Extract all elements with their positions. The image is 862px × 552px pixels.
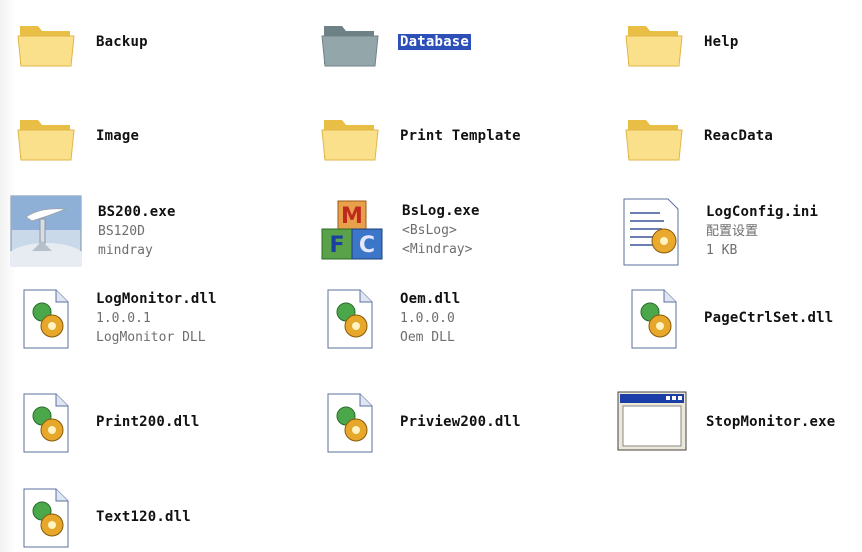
folder-icon	[318, 10, 382, 74]
file-item-bs200-exe[interactable]: BS200.exe BS120D mindray	[10, 195, 176, 267]
config-file-icon	[618, 195, 688, 267]
file-item-bslog-exe[interactable]: M F C BsLog.exe <BsLog> <Mindray>	[318, 195, 480, 265]
file-version: 1.0.0.1	[96, 310, 151, 326]
file-description: Oem DLL	[400, 329, 455, 345]
file-company: <Mindray>	[402, 241, 473, 257]
file-item-print200-dll[interactable]: Print200.dll	[14, 390, 200, 454]
dll-file-icon	[14, 286, 78, 350]
folder-icon	[14, 104, 78, 168]
dll-file-icon	[14, 485, 78, 549]
file-item-priview200-dll[interactable]: Priview200.dll	[318, 390, 521, 454]
application-icon	[10, 195, 82, 267]
file-item-logmonitor-dll[interactable]: LogMonitor.dll 1.0.0.1 LogMonitor DLL	[14, 286, 217, 350]
file-item-logconfig-ini[interactable]: LogConfig.ini 配置设置 1 KB	[618, 195, 818, 267]
file-description: BS120D	[98, 223, 145, 239]
file-name: Print200.dll	[96, 413, 200, 430]
file-name: Priview200.dll	[400, 413, 521, 430]
blocks-icon: M F C	[318, 195, 388, 265]
file-name-selected: Database	[398, 33, 472, 50]
file-item-stopmonitor-exe[interactable]: StopMonitor.exe	[616, 390, 835, 454]
file-name: BS200.exe	[98, 203, 176, 220]
file-name: Text120.dll	[96, 508, 191, 525]
file-name: Help	[704, 33, 739, 50]
folder-icon	[318, 104, 382, 168]
dll-file-icon	[318, 390, 382, 454]
left-edge-shadow	[0, 0, 16, 552]
file-name: LogMonitor.dll	[96, 290, 217, 307]
dll-file-icon	[14, 390, 78, 454]
dll-file-icon	[318, 286, 382, 350]
folder-icon	[622, 104, 686, 168]
file-version: 1.0.0.0	[400, 310, 455, 326]
file-item-reacdata[interactable]: ReacData	[622, 104, 773, 168]
file-item-database[interactable]: Database	[318, 10, 472, 74]
file-name: PageCtrlSet.dll	[704, 309, 834, 326]
file-description: <BsLog>	[402, 222, 457, 238]
svg-text:M: M	[341, 204, 363, 229]
file-item-backup[interactable]: Backup	[14, 10, 148, 74]
file-item-text120-dll[interactable]: Text120.dll	[14, 485, 191, 549]
file-item-pagectrlset-dll[interactable]: PageCtrlSet.dll	[622, 286, 833, 350]
file-name: StopMonitor.exe	[706, 413, 836, 430]
file-name: Backup	[96, 33, 148, 50]
file-name: Image	[96, 127, 140, 144]
file-company: mindray	[98, 242, 153, 258]
file-name: LogConfig.ini	[706, 203, 819, 220]
file-item-image[interactable]: Image	[14, 104, 139, 168]
file-name: Print Template	[400, 127, 521, 144]
file-description: LogMonitor DLL	[96, 329, 206, 345]
file-item-help[interactable]: Help	[622, 10, 739, 74]
dll-file-icon	[622, 286, 686, 350]
file-item-oem-dll[interactable]: Oem.dll 1.0.0.0 Oem DLL	[318, 286, 460, 350]
window-exe-icon	[616, 390, 688, 454]
file-item-print-template[interactable]: Print Template	[318, 104, 521, 168]
file-description: 配置设置	[706, 223, 759, 239]
file-name: Oem.dll	[400, 290, 461, 307]
folder-icon	[14, 10, 78, 74]
svg-text:F: F	[329, 233, 344, 258]
svg-text:C: C	[359, 233, 375, 258]
file-name: BsLog.exe	[402, 202, 480, 219]
file-name: ReacData	[704, 127, 774, 144]
file-size: 1 KB	[706, 242, 738, 258]
folder-icon	[622, 10, 686, 74]
